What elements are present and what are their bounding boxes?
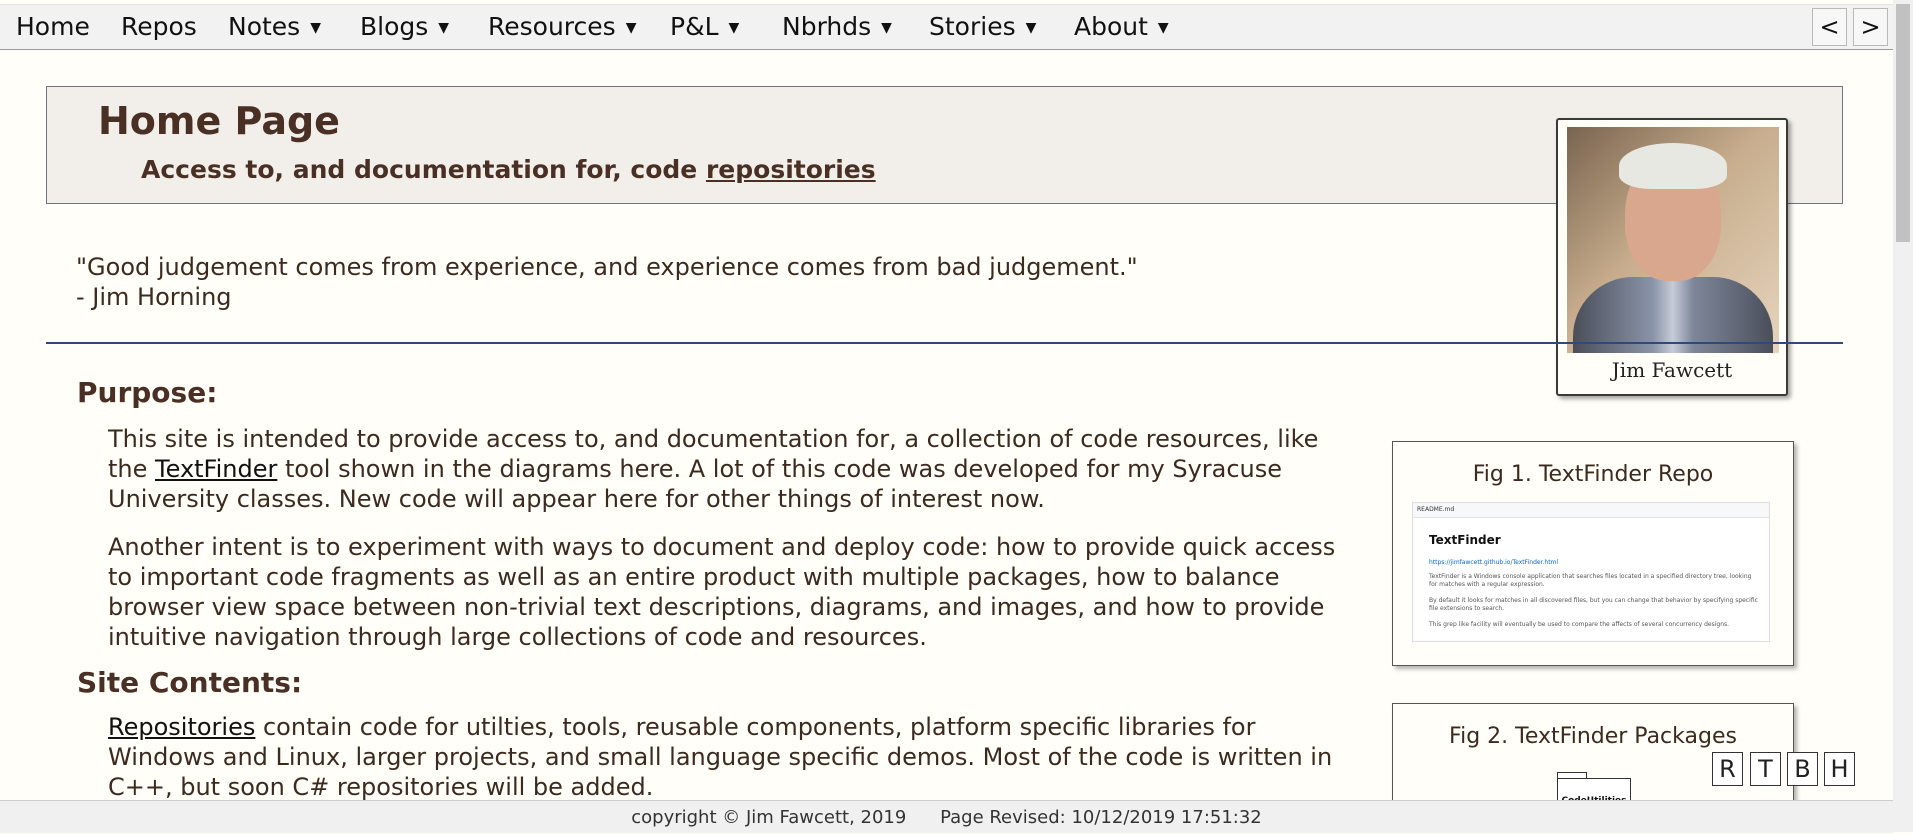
readme-heading: TextFinder bbox=[1429, 533, 1501, 547]
dropdown-arrow-icon: ▼ bbox=[625, 20, 637, 36]
repositories-text-link[interactable]: Repositories bbox=[108, 713, 255, 741]
figure-1-title: Fig 1. TextFinder Repo bbox=[1472, 462, 1714, 487]
quote-text: "Good judgement comes from experience, a… bbox=[76, 253, 1138, 281]
site-contents-heading: Site Contents: bbox=[77, 666, 303, 699]
menu-resources-label: Resources bbox=[488, 12, 616, 41]
dropdown-arrow-icon: ▼ bbox=[438, 20, 450, 36]
site-contents-paragraph: Repositories contain code for utilties, … bbox=[108, 712, 1363, 802]
menu-notes[interactable]: Notes ▼ bbox=[228, 5, 321, 49]
top-menu-bar: Home Repos Notes ▼ Blogs ▼ Resources ▼ P&L ▼… bbox=[0, 4, 1893, 50]
photo-caption: Jim Fawcett bbox=[1611, 358, 1733, 382]
menu-pl[interactable]: P&L ▼ bbox=[670, 5, 739, 49]
page-footer: copyright © Jim Fawcett, 2019 Page Revis… bbox=[0, 800, 1893, 833]
b-button[interactable]: B bbox=[1787, 752, 1818, 786]
dropdown-arrow-icon: ▼ bbox=[310, 20, 321, 36]
menu-stories-label: Stories bbox=[929, 12, 1016, 41]
copyright-text: copyright © Jim Fawcett, 2019 bbox=[631, 807, 907, 828]
dropdown-arrow-icon: ▼ bbox=[728, 20, 740, 36]
page-subtitle-text: Access to, and documentation for, code bbox=[141, 155, 706, 184]
readme-link: https://jimfawcett.github.io/TextFinder.… bbox=[1429, 559, 1559, 566]
menu-resources[interactable]: Resources ▼ bbox=[488, 5, 636, 49]
menu-blogs-label: Blogs bbox=[360, 12, 429, 41]
page-title: Home Page bbox=[98, 99, 340, 143]
menu-stories[interactable]: Stories ▼ bbox=[929, 5, 1036, 49]
dropdown-arrow-icon: ▼ bbox=[1157, 20, 1169, 36]
readme-tab: README.md bbox=[1413, 503, 1769, 518]
photo-hair bbox=[1619, 143, 1727, 189]
purpose-paragraph-2: Another intent is to experiment with way… bbox=[108, 533, 1336, 651]
menu-home[interactable]: Home bbox=[16, 5, 90, 49]
author-photo-card: Jim Fawcett bbox=[1556, 118, 1788, 396]
page-subtitle: Access to, and documentation for, code r… bbox=[141, 155, 876, 184]
menu-notes-label: Notes bbox=[228, 12, 301, 41]
textfinder-link[interactable]: TextFinder bbox=[155, 455, 277, 483]
purpose-p1-text-cont: tool shown in the diagrams here. A lot o… bbox=[108, 455, 1283, 513]
menu-repos[interactable]: Repos bbox=[121, 5, 197, 49]
menu-pl-label: P&L bbox=[670, 12, 719, 41]
dropdown-arrow-icon: ▼ bbox=[1025, 20, 1037, 36]
t-button[interactable]: T bbox=[1750, 752, 1781, 786]
purpose-heading: Purpose: bbox=[77, 376, 218, 409]
repositories-link[interactable]: repositories bbox=[706, 155, 876, 184]
readme-line: By default it looks for matches in all d… bbox=[1429, 597, 1758, 612]
h-button[interactable]: H bbox=[1824, 752, 1855, 786]
menu-repos-label: Repos bbox=[121, 12, 197, 41]
menu-about[interactable]: About ▼ bbox=[1074, 5, 1169, 49]
readme-preview: README.md TextFinder https://jimfawcett.… bbox=[1412, 502, 1770, 642]
readme-line: TextFinder is a Windows console applicat… bbox=[1429, 573, 1752, 588]
figure-textfinder-repo[interactable]: Fig 1. TextFinder Repo README.md TextFin… bbox=[1392, 441, 1794, 666]
next-page-button[interactable]: > bbox=[1853, 8, 1888, 46]
purpose-paragraph-1: This site is intended to provide access … bbox=[108, 424, 1363, 514]
readme-line: This grep like facility will eventually … bbox=[1429, 621, 1730, 628]
menu-nbrhds-label: Nbrhds bbox=[782, 12, 872, 41]
section-divider bbox=[46, 342, 1843, 344]
dropdown-arrow-icon: ▼ bbox=[881, 20, 892, 36]
menu-about-label: About bbox=[1074, 12, 1148, 41]
quote-author: - Jim Horning bbox=[76, 283, 232, 311]
vertical-scrollbar[interactable] bbox=[1893, 0, 1913, 832]
figure-2-title: Fig 2. TextFinder Packages bbox=[1449, 724, 1737, 749]
r-button[interactable]: R bbox=[1712, 752, 1743, 786]
author-photo bbox=[1567, 127, 1779, 353]
menu-nbrhds[interactable]: Nbrhds ▼ bbox=[782, 5, 892, 49]
revised-text: Page Revised: 10/12/2019 17:51:32 bbox=[940, 807, 1262, 828]
menu-blogs[interactable]: Blogs ▼ bbox=[360, 5, 449, 49]
scrollbar-thumb[interactable] bbox=[1896, 4, 1910, 242]
menu-home-label: Home bbox=[16, 12, 90, 41]
quote: "Good judgement comes from experience, a… bbox=[76, 252, 1138, 312]
site-contents-text: contain code for utilties, tools, reusab… bbox=[108, 713, 1333, 801]
prev-page-button[interactable]: < bbox=[1812, 8, 1847, 46]
